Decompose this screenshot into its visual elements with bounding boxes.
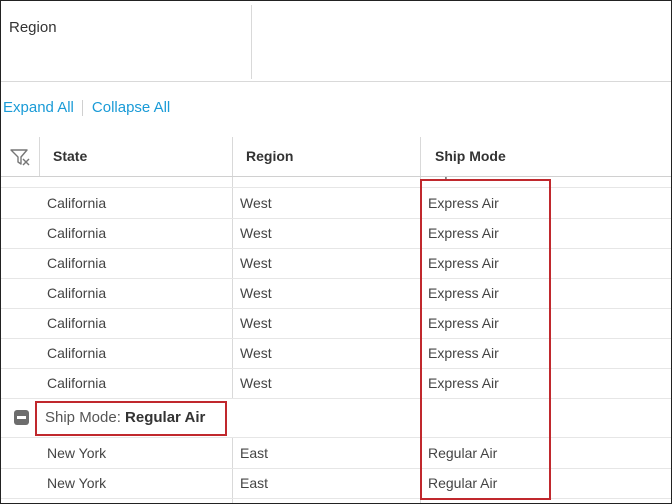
- collapse-all-link[interactable]: Collapse All: [92, 99, 170, 116]
- cell-ship-mode: Express Air: [428, 177, 499, 187]
- cell-state: New York: [47, 445, 107, 461]
- table-row[interactable]: New York East Regular Air: [1, 438, 671, 469]
- cell-region: East: [240, 445, 269, 461]
- cell-state: California: [47, 315, 107, 331]
- cell-state: California: [47, 177, 106, 187]
- table-row[interactable]: California West Express Air: [1, 308, 671, 339]
- group-header-prefix: Ship Mode:: [45, 409, 126, 426]
- cell-region: West: [240, 255, 272, 271]
- cell-state: California: [47, 375, 107, 391]
- cell-ship-mode: Express Air: [428, 255, 499, 271]
- table-row[interactable]: California West Express Air: [1, 188, 671, 219]
- cell-state: California: [47, 285, 107, 301]
- toolbar-divider: [81, 99, 83, 116]
- header-divider: [420, 137, 421, 176]
- group-by-label: Region: [9, 19, 57, 36]
- cell-state: California: [47, 225, 107, 241]
- group-header-value: Regular Air: [125, 409, 206, 426]
- grid-window: Region Expand All Collapse All State Reg…: [0, 0, 672, 504]
- header-divider: [232, 137, 233, 176]
- cell-region: East: [240, 475, 269, 491]
- cell-ship-mode: Regular Air: [428, 475, 498, 491]
- expand-all-link[interactable]: Expand All: [3, 99, 74, 116]
- column-header-state[interactable]: State: [53, 137, 87, 176]
- grid-body: California West Express Air California W…: [1, 177, 671, 503]
- expand-collapse-toolbar: Expand All Collapse All: [3, 99, 170, 116]
- cell-ship-mode: Express Air: [428, 345, 499, 361]
- header-divider: [39, 137, 40, 176]
- cell-region: West: [240, 375, 272, 391]
- cell-ship-mode: Express Air: [428, 375, 499, 391]
- cell-region: West: [240, 177, 272, 187]
- cell-state: California: [47, 195, 107, 211]
- cell-ship-mode: Regular Air: [428, 445, 498, 461]
- collapse-group-icon[interactable]: [14, 410, 29, 425]
- table-row[interactable]: California West Express Air: [1, 177, 671, 188]
- column-header-region[interactable]: Region: [246, 137, 293, 176]
- cell-ship-mode: Express Air: [428, 315, 499, 331]
- cell-ship-mode: Express Air: [428, 285, 499, 301]
- cell-region: West: [240, 225, 272, 241]
- table-row[interactable]: New York East Regular Air: [1, 468, 671, 499]
- cell-state: New York: [47, 475, 107, 491]
- column-header-ship-mode[interactable]: Ship Mode: [435, 137, 506, 176]
- group-header-label: Ship Mode: Regular Air: [45, 399, 205, 437]
- cell-ship-mode: Express Air: [428, 195, 499, 211]
- cell-region: West: [240, 315, 272, 331]
- group-header-row[interactable]: Ship Mode: Regular Air: [1, 399, 671, 438]
- table-row[interactable]: California West Express Air: [1, 218, 671, 249]
- cell-region: West: [240, 195, 272, 211]
- table-row[interactable]: California West Express Air: [1, 368, 671, 399]
- cell-state: California: [47, 345, 107, 361]
- cell-region: West: [240, 345, 272, 361]
- table-row[interactable]: California West Express Air: [1, 338, 671, 369]
- filter-icon[interactable]: [9, 147, 31, 167]
- group-by-region-chip[interactable]: Region: [1, 5, 252, 79]
- grid-header: State Region Ship Mode: [1, 137, 671, 177]
- cell-region: West: [240, 285, 272, 301]
- table-row[interactable]: California West Express Air: [1, 278, 671, 309]
- cell-state: California: [47, 255, 107, 271]
- cell-ship-mode: Express Air: [428, 225, 499, 241]
- table-row[interactable]: California West Express Air: [1, 248, 671, 279]
- group-by-panel: Region: [1, 1, 671, 82]
